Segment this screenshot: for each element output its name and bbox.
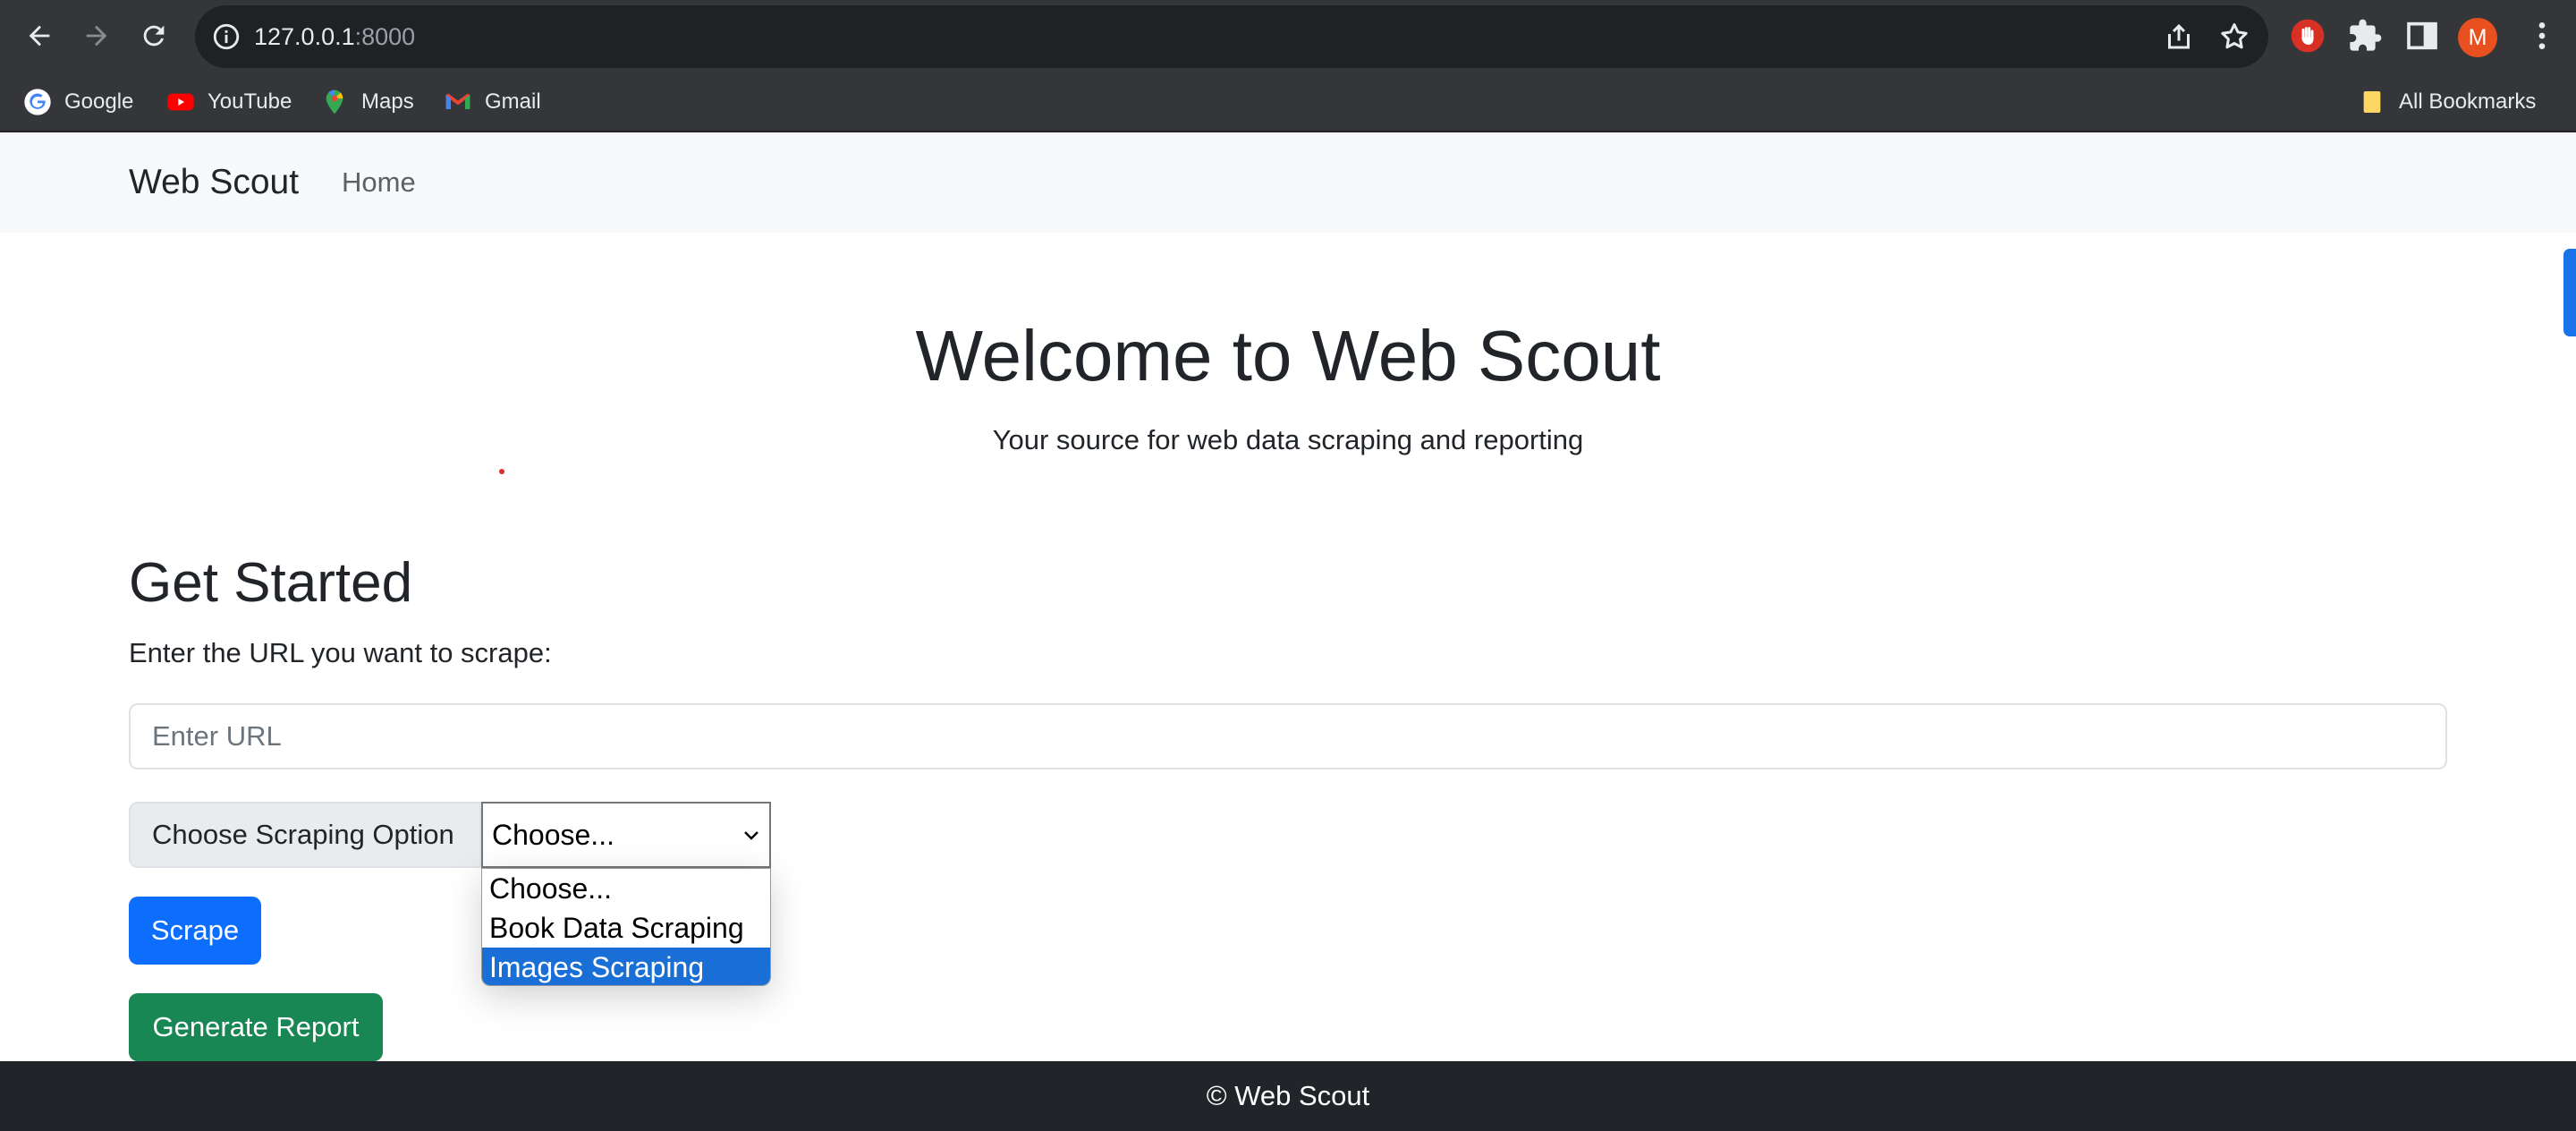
- url-input[interactable]: [129, 703, 2447, 770]
- url-text: 127.0.0.1:8000: [254, 5, 415, 68]
- back-button[interactable]: [14, 11, 64, 61]
- google-icon: [24, 89, 51, 115]
- url-port: :8000: [354, 23, 416, 50]
- scraping-option-label: Choose Scraping Option: [129, 802, 481, 868]
- arrow-left-icon: [29, 25, 50, 47]
- youtube-icon: [167, 93, 194, 111]
- bookmark-label: Gmail: [485, 89, 541, 114]
- all-bookmarks[interactable]: All Bookmarks: [2358, 72, 2536, 132]
- select-value: Choose...: [492, 819, 614, 851]
- url-label: Enter the URL you want to scrape:: [129, 637, 552, 668]
- hero-title: Welcome to Web Scout: [915, 316, 1661, 395]
- browser-toolbar: 127.0.0.1:8000 M: [0, 0, 2576, 72]
- bookmark-star-icon[interactable]: [2218, 21, 2250, 53]
- forward-button[interactable]: [72, 11, 122, 61]
- bookmark-label: Maps: [361, 89, 414, 114]
- scraping-option-dropdown: Choose... Book Data Scraping Images Scra…: [481, 868, 771, 986]
- option-book-data-scraping[interactable]: Book Data Scraping: [482, 908, 770, 948]
- bookmark-label: Google: [64, 89, 134, 114]
- arrow-right-icon: [86, 25, 107, 47]
- cursor-dot: [499, 469, 504, 474]
- bookmarks-bar: Google YouTube Maps Gmail All Bookmarks: [0, 72, 2576, 132]
- bookmark-maps[interactable]: Maps: [320, 72, 414, 132]
- section-title: Get Started: [129, 552, 413, 614]
- bookmark-google[interactable]: Google: [23, 72, 133, 132]
- adblock-extension-icon[interactable]: [2290, 18, 2326, 54]
- footer: © Web Scout: [0, 1061, 2576, 1131]
- bookmark-gmail[interactable]: Gmail: [444, 72, 541, 132]
- address-bar[interactable]: 127.0.0.1:8000: [195, 5, 2268, 68]
- scrape-button[interactable]: Scrape: [129, 897, 261, 965]
- nav-link-home[interactable]: Home: [342, 132, 416, 233]
- option-images-scraping[interactable]: Images Scraping: [482, 948, 770, 985]
- maps-icon: [326, 89, 343, 115]
- kebab-menu-icon[interactable]: [2524, 18, 2560, 54]
- site-navbar: Web Scout Home: [0, 132, 2576, 233]
- url-host: 127.0.0.1: [254, 23, 355, 50]
- share-icon[interactable]: [2163, 21, 2195, 53]
- gmail-icon: [445, 93, 470, 109]
- profile-avatar[interactable]: M: [2458, 18, 2497, 57]
- extensions-puzzle-icon[interactable]: [2347, 18, 2383, 54]
- bookmark-label: YouTube: [208, 89, 292, 114]
- all-bookmarks-label: All Bookmarks: [2399, 89, 2537, 114]
- navbar-brand[interactable]: Web Scout: [129, 132, 299, 233]
- option-choose[interactable]: Choose...: [482, 869, 770, 908]
- side-panel-icon[interactable]: [2404, 18, 2440, 54]
- bookmark-youtube[interactable]: YouTube: [166, 72, 292, 132]
- site-info-icon[interactable]: [211, 21, 242, 52]
- reload-icon: [143, 25, 165, 47]
- reload-button[interactable]: [129, 11, 179, 61]
- hero-subtitle: Your source for web data scraping and re…: [992, 424, 1584, 455]
- scraping-option-select[interactable]: Choose...: [481, 802, 771, 868]
- generate-report-button[interactable]: Generate Report: [129, 993, 383, 1061]
- folder-icon: [2363, 91, 2381, 113]
- chevron-down-icon: [744, 831, 758, 840]
